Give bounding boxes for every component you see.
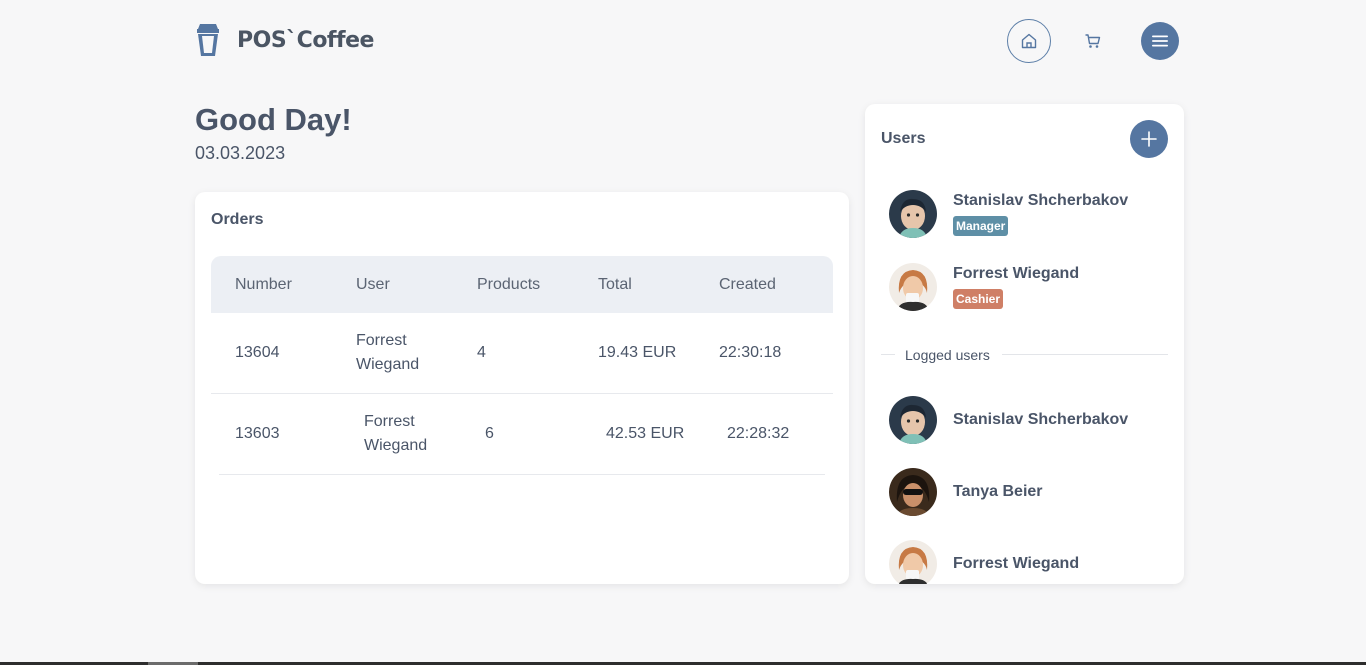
user-name: Stanislav Shcherbakov: [953, 411, 1129, 428]
logged-user-item[interactable]: Tanya Beier: [889, 468, 1043, 516]
greeting-title: Good Day!: [195, 102, 352, 137]
orders-card: Orders Number User Products Total Create…: [195, 192, 849, 584]
users-title: Users: [881, 130, 926, 147]
avatar: [889, 263, 937, 311]
avatar: [889, 396, 937, 444]
coffee-cup-icon: [197, 24, 219, 56]
add-user-button[interactable]: [1130, 120, 1168, 158]
menu-icon: [1152, 35, 1168, 47]
plus-icon: [1141, 131, 1157, 147]
user-name: Forrest Wiegand: [953, 555, 1080, 572]
logged-user-item[interactable]: Forrest Wiegand: [889, 540, 1079, 584]
menu-button[interactable]: [1141, 22, 1179, 60]
table-row[interactable]: 13603 Forrest Wiegand 6 42.53 EUR 22:28:…: [219, 394, 825, 475]
avatar: [889, 540, 937, 584]
order-user: Forrest Wiegand: [356, 332, 420, 373]
column-header-total[interactable]: Total: [574, 276, 695, 294]
order-total: 42.53 EUR: [606, 425, 685, 442]
order-number: 13603: [235, 425, 280, 442]
orders-table: Number User Products Total Created 13604…: [211, 256, 833, 475]
home-icon: [1021, 33, 1037, 49]
user-name: Tanya Beier: [953, 483, 1043, 500]
avatar: [889, 468, 937, 516]
table-header: Number User Products Total Created: [211, 256, 833, 313]
users-card: Users Stanislav Shcherbakov Manager Forr…: [865, 104, 1184, 584]
user-name: Forrest Wiegand: [953, 265, 1080, 282]
logged-users-divider: Logged users: [881, 347, 1168, 363]
user-name: Stanislav Shcherbakov: [953, 192, 1129, 209]
column-header-number[interactable]: Number: [211, 276, 332, 294]
role-badge: Cashier: [953, 289, 1004, 309]
order-number: 13604: [235, 344, 280, 361]
order-products: 4: [477, 344, 486, 361]
user-item[interactable]: Forrest Wiegand Cashier: [889, 263, 1079, 311]
header: POS`Coffee: [195, 18, 1184, 63]
column-header-products[interactable]: Products: [453, 276, 574, 294]
logo-text: POS`Coffee: [237, 27, 374, 53]
orders-title: Orders: [211, 211, 264, 228]
order-created: 22:30:18: [719, 344, 782, 361]
cart-button[interactable]: [1071, 19, 1115, 63]
order-created: 22:28:32: [727, 425, 790, 442]
home-button[interactable]: [1007, 19, 1051, 63]
logged-user-item[interactable]: Stanislav Shcherbakov: [889, 396, 1128, 444]
table-row[interactable]: 13604 Forrest Wiegand 4 19.43 EUR 22:30:…: [211, 313, 833, 394]
order-products: 6: [485, 425, 494, 442]
column-header-created[interactable]: Created: [695, 276, 816, 294]
current-date: 03.03.2023: [195, 143, 286, 163]
avatar: [889, 190, 937, 238]
cart-icon: [1085, 34, 1101, 48]
order-total: 19.43 EUR: [598, 344, 677, 361]
logged-users-label: Logged users: [905, 347, 990, 363]
order-user: Forrest Wiegand: [364, 413, 428, 454]
user-item[interactable]: Stanislav Shcherbakov Manager: [889, 190, 1128, 238]
column-header-user[interactable]: User: [332, 276, 453, 294]
role-badge: Manager: [953, 216, 1009, 236]
logo[interactable]: POS`Coffee: [195, 22, 374, 58]
